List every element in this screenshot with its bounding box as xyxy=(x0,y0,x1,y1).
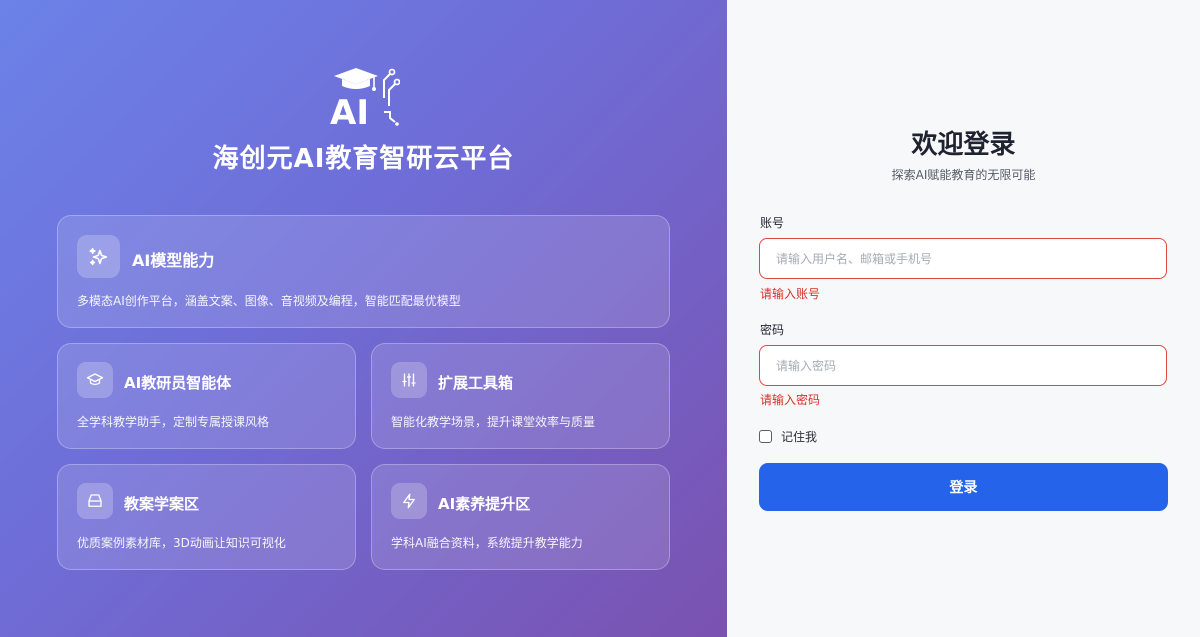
archive-box-icon xyxy=(77,483,113,519)
brand-panel: AI 海创元AI教育智研云平台 AI模型能力 多模态AI创作平台，涵盖文案、图像… xyxy=(0,0,727,637)
feature-desc: 全学科教学助手，定制专属授课风格 xyxy=(77,415,270,429)
account-input[interactable] xyxy=(759,238,1167,279)
feature-desc: 智能化教学场景，提升课堂效率与质量 xyxy=(391,415,596,429)
graduation-cap-icon xyxy=(77,362,113,398)
logo-text: AI xyxy=(330,93,369,126)
ai-logo-icon: AI xyxy=(330,68,400,126)
sparkles-icon xyxy=(77,235,120,278)
feature-desc: 学科AI融合资料，系统提升教学能力 xyxy=(391,536,583,550)
feature-title: 扩展工具箱 xyxy=(438,374,514,392)
feature-title: AI素养提升区 xyxy=(438,495,531,513)
account-label: 账号 xyxy=(760,216,785,230)
feature-title: AI模型能力 xyxy=(132,251,215,270)
remember-checkbox[interactable] xyxy=(759,430,772,443)
password-label: 密码 xyxy=(760,323,785,337)
remember-label: 记住我 xyxy=(781,430,818,444)
feature-card-ai-researcher[interactable]: AI教研员智能体 全学科教学助手，定制专属授课风格 xyxy=(57,343,356,449)
login-button[interactable]: 登录 xyxy=(759,463,1168,511)
feature-card-lesson-plans[interactable]: 教案学案区 优质案例素材库，3D动画让知识可视化 xyxy=(57,464,356,570)
lightning-icon xyxy=(391,483,427,519)
password-input[interactable] xyxy=(759,345,1167,386)
feature-title: AI教研员智能体 xyxy=(124,374,232,392)
sliders-icon xyxy=(391,362,427,398)
feature-card-ai-literacy[interactable]: AI素养提升区 学科AI融合资料，系统提升教学能力 xyxy=(371,464,670,570)
password-error: 请输入密码 xyxy=(760,393,821,407)
login-heading: 欢迎登录 xyxy=(911,130,1016,160)
feature-desc: 优质案例素材库，3D动画让知识可视化 xyxy=(77,536,286,550)
remember-me[interactable]: 记住我 xyxy=(759,428,817,445)
login-panel: 欢迎登录 探索AI赋能教育的无限可能 账号 请输入账号 密码 请输入密码 记住我… xyxy=(727,0,1200,637)
feature-card-toolbox[interactable]: 扩展工具箱 智能化教学场景，提升课堂效率与质量 xyxy=(371,343,670,449)
login-subtitle: 探索AI赋能教育的无限可能 xyxy=(891,168,1036,182)
feature-card-ai-models[interactable]: AI模型能力 多模态AI创作平台，涵盖文案、图像、音视频及编程，智能匹配最优模型 xyxy=(57,215,670,328)
platform-title: 海创元AI教育智研云平台 xyxy=(212,144,515,174)
account-error: 请输入账号 xyxy=(760,287,821,301)
feature-title: 教案学案区 xyxy=(124,495,200,513)
feature-desc: 多模态AI创作平台，涵盖文案、图像、音视频及编程，智能匹配最优模型 xyxy=(77,294,461,308)
